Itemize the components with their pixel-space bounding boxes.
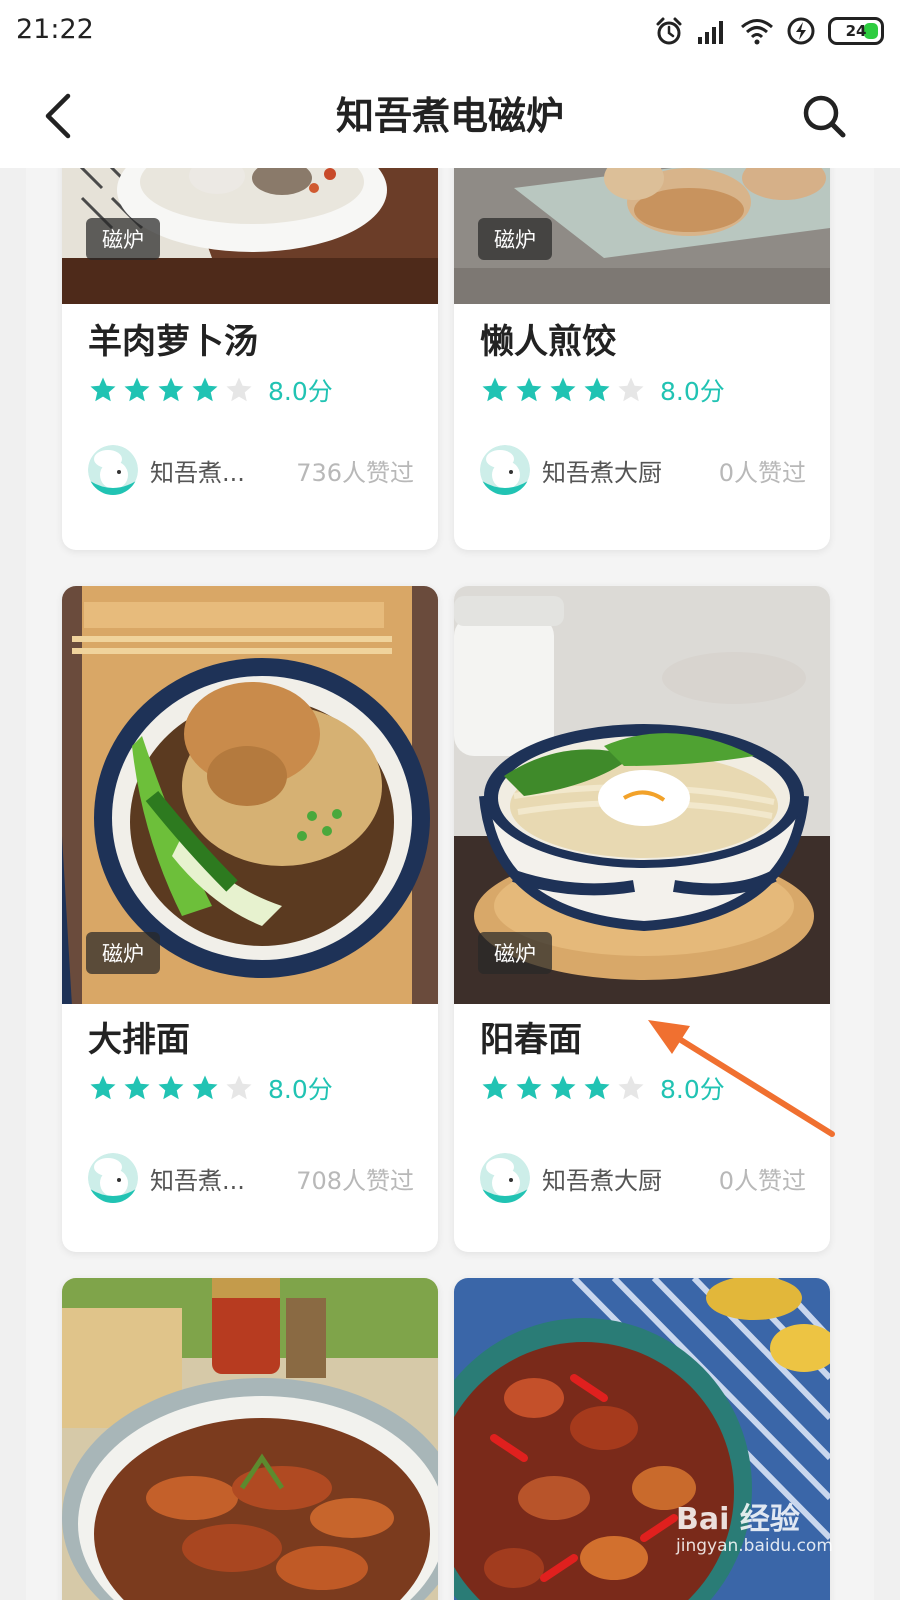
- chef-avatar-icon: [480, 1153, 530, 1203]
- like-count: 0人赞过: [718, 1166, 806, 1195]
- chef-avatar-icon: [88, 445, 138, 495]
- star-filled-icon: [550, 1075, 576, 1100]
- author-row: 知吾煮大厨 0人赞过: [480, 444, 806, 496]
- watermark-brand: Bai 经验: [676, 1502, 800, 1537]
- star-filled-icon: [90, 1075, 116, 1100]
- star-filled-icon: [550, 377, 576, 402]
- author-name: 知吾煮...: [150, 458, 245, 487]
- star-filled-icon: [124, 377, 150, 402]
- author-name: 知吾煮...: [150, 1166, 245, 1195]
- chef-avatar-icon: [480, 445, 530, 495]
- recipe-card[interactable]: 磁炉 大排面 8.0分 知吾煮... 708人赞过: [62, 586, 438, 1252]
- recipe-card[interactable]: 磁炉 懒人煎饺 8.0分 知吾煮大厨 0人赞过: [454, 168, 830, 550]
- author-row: 知吾煮大厨 0人赞过: [480, 1152, 806, 1204]
- rating: 8.0分: [88, 1072, 333, 1104]
- star-filled-icon: [482, 377, 508, 402]
- recipe-card[interactable]: 磁炉 羊肉萝卜汤 8.0分 知吾煮... 736人赞过: [62, 168, 438, 550]
- like-count: 736人赞过: [296, 458, 414, 487]
- recipe-title: 阳春面: [480, 1020, 582, 1060]
- status-time: 21:22: [16, 14, 94, 45]
- star-empty-icon: [226, 1075, 252, 1100]
- search-icon: [803, 95, 846, 138]
- recipe-image: 磁炉: [454, 586, 830, 1004]
- category-tag: 磁炉: [478, 932, 552, 974]
- watermark-url: jingyan.baidu.com: [676, 1536, 833, 1556]
- star-empty-icon: [618, 377, 644, 402]
- category-tag: 磁炉: [478, 218, 552, 260]
- star-filled-icon: [584, 1075, 610, 1100]
- recipe-title: 懒人煎饺: [480, 322, 616, 362]
- recipe-image: 磁炉: [454, 168, 830, 304]
- recipe-title: 羊肉萝卜汤: [88, 322, 258, 362]
- chef-avatar-icon: [88, 1153, 138, 1203]
- star-filled-icon: [516, 1075, 542, 1100]
- star-filled-icon: [482, 1075, 508, 1100]
- author-name: 知吾煮大厨: [542, 1166, 662, 1195]
- like-count: 708人赞过: [296, 1166, 414, 1195]
- battery-level: 24: [845, 22, 867, 40]
- search-button[interactable]: [796, 88, 852, 144]
- star-filled-icon: [192, 1075, 218, 1100]
- page-title: 知吾煮电磁炉: [335, 94, 564, 138]
- like-count: 0人赞过: [718, 458, 806, 487]
- recipe-image: 磁炉: [62, 586, 438, 1004]
- star-empty-icon: [618, 1075, 644, 1100]
- charging-icon: [787, 17, 815, 45]
- star-empty-icon: [226, 377, 252, 402]
- recipe-card[interactable]: 磁炉 阳春面 8.0分 知吾煮大厨 0人赞过: [454, 586, 830, 1252]
- star-filled-icon: [158, 377, 184, 402]
- battery-icon: 24: [828, 17, 884, 45]
- watermark: Bai 经验 jingyan.baidu.com: [670, 1478, 870, 1578]
- category-tag: 磁炉: [86, 218, 160, 260]
- rating: 8.0分: [88, 374, 333, 406]
- author-row: 知吾煮... 708人赞过: [88, 1152, 414, 1204]
- star-filled-icon: [192, 377, 218, 402]
- signal-icon: [698, 21, 723, 44]
- star-filled-icon: [90, 377, 116, 402]
- wifi-icon: [741, 19, 773, 45]
- category-tag: 磁炉: [86, 932, 160, 974]
- rating-score: 8.0分: [268, 1075, 333, 1104]
- recipe-image: [62, 1278, 438, 1600]
- rating-score: 8.0分: [660, 1075, 725, 1104]
- recipe-title: 大排面: [88, 1020, 190, 1060]
- star-filled-icon: [516, 377, 542, 402]
- rating-score: 8.0分: [268, 377, 333, 406]
- rating: 8.0分: [480, 1072, 725, 1104]
- author-row: 知吾煮... 736人赞过: [88, 444, 414, 496]
- alarm-icon: [656, 17, 682, 45]
- status-bar: 21:22 24: [0, 0, 900, 64]
- recipe-card[interactable]: [62, 1278, 438, 1600]
- author-name: 知吾煮大厨: [542, 458, 662, 487]
- rating-score: 8.0分: [660, 377, 725, 406]
- star-filled-icon: [584, 377, 610, 402]
- recipe-grid[interactable]: 磁炉 羊肉萝卜汤 8.0分 知吾煮... 736人赞过 磁炉 懒人煎饺 8.0分…: [26, 168, 874, 1600]
- star-filled-icon: [158, 1075, 184, 1100]
- nav-bar: 知吾煮电磁炉: [0, 64, 900, 168]
- recipe-image: 磁炉: [62, 168, 438, 304]
- status-icons: 24: [654, 14, 884, 48]
- rating: 8.0分: [480, 374, 725, 406]
- star-filled-icon: [124, 1075, 150, 1100]
